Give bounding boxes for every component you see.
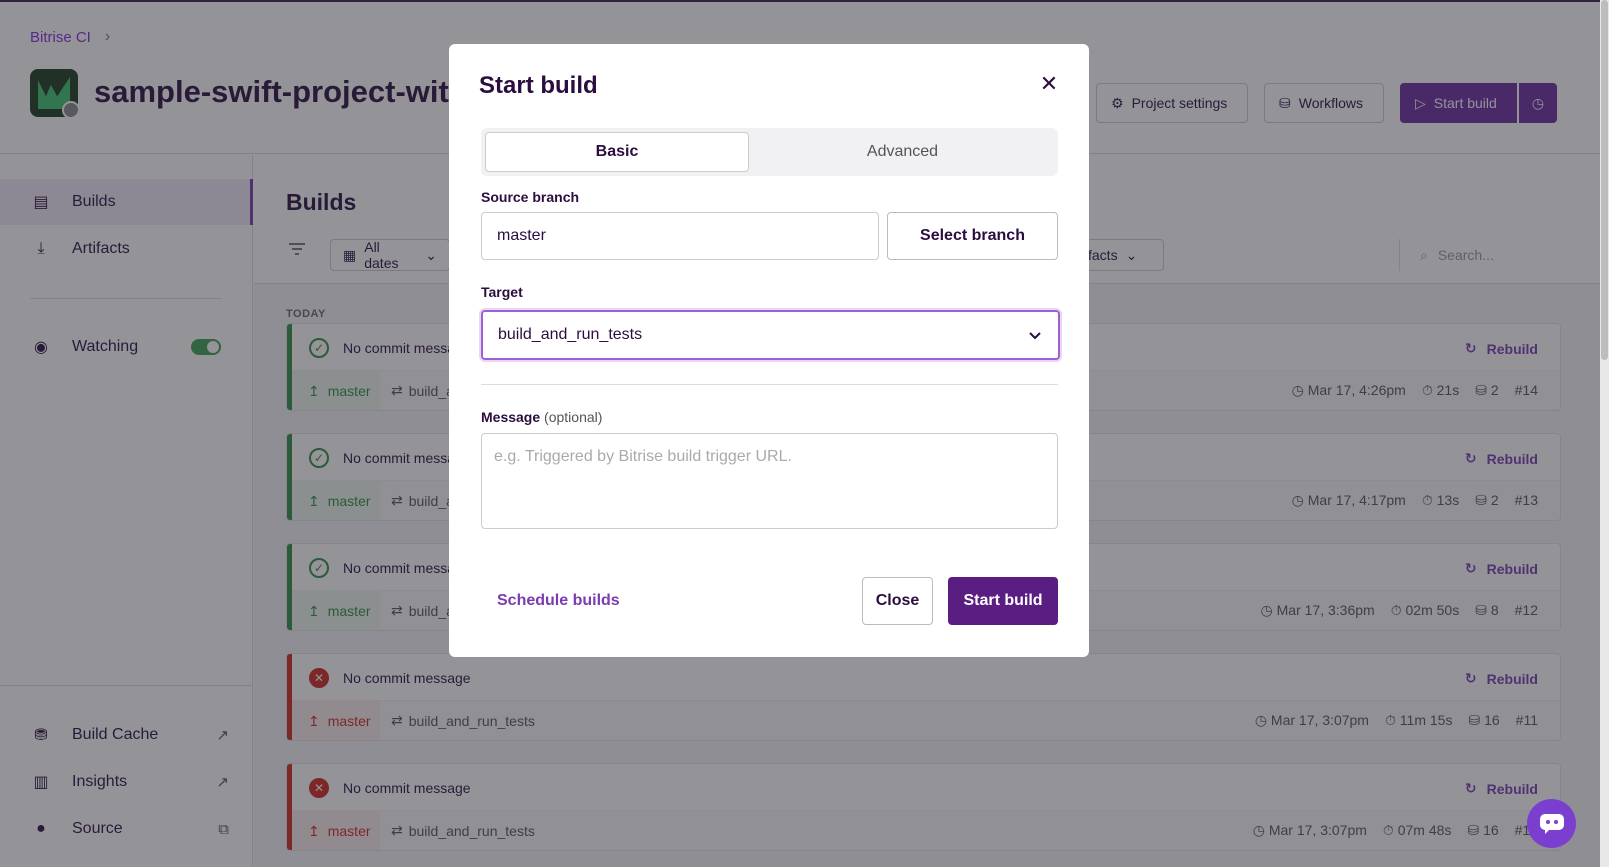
- source-branch-label: Source branch: [481, 189, 580, 205]
- target-label: Target: [481, 284, 523, 300]
- close-button[interactable]: Close: [862, 577, 933, 625]
- modal-title: Start build: [479, 72, 598, 99]
- schedule-builds-link[interactable]: Schedule builds: [497, 592, 620, 610]
- close-icon[interactable]: ✕: [1037, 71, 1061, 96]
- message-label: Message (optional): [481, 409, 602, 425]
- modal-divider: [481, 384, 1058, 385]
- source-branch-input[interactable]: master: [481, 212, 879, 260]
- select-branch-button[interactable]: Select branch: [887, 212, 1058, 260]
- target-select[interactable]: build_and_run_tests: [481, 310, 1060, 360]
- message-textarea[interactable]: e.g. Triggered by Bitrise build trigger …: [481, 433, 1058, 529]
- chat-icon: [1539, 813, 1564, 834]
- message-placeholder: e.g. Triggered by Bitrise build trigger …: [494, 448, 792, 465]
- tab-basic[interactable]: Basic: [485, 132, 749, 172]
- mode-tabs: Basic Advanced: [481, 128, 1058, 176]
- chat-support-button[interactable]: [1527, 799, 1576, 848]
- target-value: build_and_run_tests: [498, 326, 643, 343]
- message-optional-text: (optional): [544, 409, 603, 425]
- start-build-button[interactable]: Start build: [948, 577, 1058, 625]
- scrollbar-thumb[interactable]: [1601, 0, 1608, 360]
- chevron-down-icon: [1029, 332, 1041, 340]
- page-scrollbar[interactable]: [1600, 0, 1609, 867]
- message-label-text: Message: [481, 409, 541, 425]
- tab-advanced[interactable]: Advanced: [751, 132, 1054, 172]
- start-build-modal: Start build ✕ Basic Advanced Source bran…: [449, 44, 1089, 657]
- source-branch-value: master: [497, 227, 546, 244]
